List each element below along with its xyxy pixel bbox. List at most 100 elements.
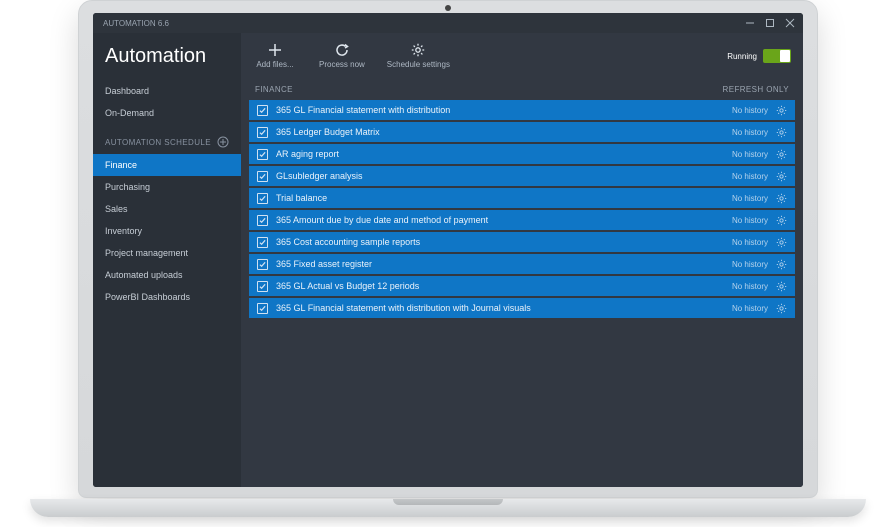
check-icon	[259, 107, 266, 114]
close-icon[interactable]	[785, 18, 795, 28]
check-icon	[259, 129, 266, 136]
sidebar-section-label: AUTOMATION SCHEDULE	[105, 138, 211, 147]
laptop-camera	[445, 5, 451, 11]
list-row[interactable]: 365 Amount due by due date and method of…	[249, 210, 795, 230]
titlebar: AUTOMATION 6.6	[93, 13, 803, 33]
window-title: AUTOMATION 6.6	[103, 19, 169, 28]
list-header: FINANCE REFRESH ONLY	[241, 79, 803, 100]
sidebar-item-purchasing[interactable]: Purchasing	[93, 176, 241, 198]
list-row[interactable]: 365 Fixed asset registerNo history	[249, 254, 795, 274]
sidebar-item-project-management[interactable]: Project management	[93, 242, 241, 264]
list-row[interactable]: 365 GL Financial statement with distribu…	[249, 298, 795, 318]
row-gear-icon[interactable]	[776, 193, 787, 204]
row-status: No history	[732, 216, 768, 225]
row-checkbox[interactable]	[257, 105, 268, 116]
row-name: 365 Cost accounting sample reports	[276, 237, 732, 247]
window-controls	[745, 18, 795, 28]
sidebar-item-on-demand[interactable]: On-Demand	[93, 102, 241, 124]
list-row[interactable]: GLsubledger analysisNo history	[249, 166, 795, 186]
gear-icon	[411, 43, 425, 57]
add-schedule-icon[interactable]	[217, 136, 229, 148]
add-files-label: Add files...	[256, 60, 293, 69]
check-icon	[259, 173, 266, 180]
list-header-left: FINANCE	[255, 85, 293, 94]
check-icon	[259, 305, 266, 312]
row-status: No history	[732, 238, 768, 247]
row-status: No history	[732, 128, 768, 137]
row-gear-icon[interactable]	[776, 259, 787, 270]
schedule-settings-label: Schedule settings	[387, 60, 450, 69]
row-name: 365 GL Financial statement with distribu…	[276, 303, 732, 313]
report-list: 365 GL Financial statement with distribu…	[241, 100, 803, 326]
sidebar-item-automated-uploads[interactable]: Automated uploads	[93, 264, 241, 286]
sidebar-section-header: AUTOMATION SCHEDULE	[93, 124, 241, 154]
row-checkbox[interactable]	[257, 215, 268, 226]
minimize-icon[interactable]	[745, 18, 755, 28]
laptop-base	[30, 499, 866, 517]
app-title: Automation	[93, 45, 241, 80]
row-name: 365 GL Financial statement with distribu…	[276, 105, 732, 115]
row-gear-icon[interactable]	[776, 303, 787, 314]
check-icon	[259, 283, 266, 290]
main-panel: Add files... Process now Schedule settin…	[241, 33, 803, 487]
row-gear-icon[interactable]	[776, 171, 787, 182]
check-icon	[259, 195, 266, 202]
row-status: No history	[732, 282, 768, 291]
row-status: No history	[732, 150, 768, 159]
schedule-settings-button[interactable]: Schedule settings	[387, 43, 450, 69]
row-gear-icon[interactable]	[776, 149, 787, 160]
add-files-button[interactable]: Add files...	[253, 43, 297, 69]
row-name: 365 GL Actual vs Budget 12 periods	[276, 281, 732, 291]
laptop-notch	[393, 499, 503, 505]
sidebar-item-sales[interactable]: Sales	[93, 198, 241, 220]
row-status: No history	[732, 106, 768, 115]
row-gear-icon[interactable]	[776, 215, 787, 226]
process-now-label: Process now	[319, 60, 365, 69]
check-icon	[259, 261, 266, 268]
row-gear-icon[interactable]	[776, 281, 787, 292]
app-window: AUTOMATION 6.6 Automation Dashboard On-D…	[93, 13, 803, 487]
row-status: No history	[732, 260, 768, 269]
laptop-frame: AUTOMATION 6.6 Automation Dashboard On-D…	[78, 0, 818, 498]
toolbar: Add files... Process now Schedule settin…	[241, 33, 803, 79]
plus-icon	[268, 43, 282, 57]
sidebar-item-inventory[interactable]: Inventory	[93, 220, 241, 242]
running-indicator: Running	[727, 49, 791, 63]
row-checkbox[interactable]	[257, 259, 268, 270]
list-row[interactable]: AR aging reportNo history	[249, 144, 795, 164]
row-gear-icon[interactable]	[776, 105, 787, 116]
check-icon	[259, 239, 266, 246]
sidebar-item-finance[interactable]: Finance	[93, 154, 241, 176]
row-status: No history	[732, 172, 768, 181]
row-status: No history	[732, 304, 768, 313]
running-label: Running	[727, 52, 757, 61]
maximize-icon[interactable]	[765, 18, 775, 28]
row-name: 365 Ledger Budget Matrix	[276, 127, 732, 137]
list-row[interactable]: 365 Ledger Budget MatrixNo history	[249, 122, 795, 142]
list-row[interactable]: 365 Cost accounting sample reportsNo his…	[249, 232, 795, 252]
sidebar-item-powerbi-dashboards[interactable]: PowerBI Dashboards	[93, 286, 241, 308]
check-icon	[259, 217, 266, 224]
list-row[interactable]: Trial balanceNo history	[249, 188, 795, 208]
row-name: Trial balance	[276, 193, 732, 203]
list-row[interactable]: 365 GL Financial statement with distribu…	[249, 100, 795, 120]
row-name: 365 Fixed asset register	[276, 259, 732, 269]
list-row[interactable]: 365 GL Actual vs Budget 12 periodsNo his…	[249, 276, 795, 296]
process-now-button[interactable]: Process now	[319, 43, 365, 69]
sidebar-item-dashboard[interactable]: Dashboard	[93, 80, 241, 102]
row-name: 365 Amount due by due date and method of…	[276, 215, 732, 225]
row-checkbox[interactable]	[257, 171, 268, 182]
running-toggle[interactable]	[763, 49, 791, 63]
row-checkbox[interactable]	[257, 127, 268, 138]
sidebar: Automation Dashboard On-Demand AUTOMATIO…	[93, 33, 241, 487]
row-name: AR aging report	[276, 149, 732, 159]
refresh-icon	[335, 43, 349, 57]
row-gear-icon[interactable]	[776, 127, 787, 138]
row-gear-icon[interactable]	[776, 237, 787, 248]
row-checkbox[interactable]	[257, 193, 268, 204]
row-checkbox[interactable]	[257, 237, 268, 248]
check-icon	[259, 151, 266, 158]
row-checkbox[interactable]	[257, 149, 268, 160]
row-checkbox[interactable]	[257, 303, 268, 314]
row-checkbox[interactable]	[257, 281, 268, 292]
